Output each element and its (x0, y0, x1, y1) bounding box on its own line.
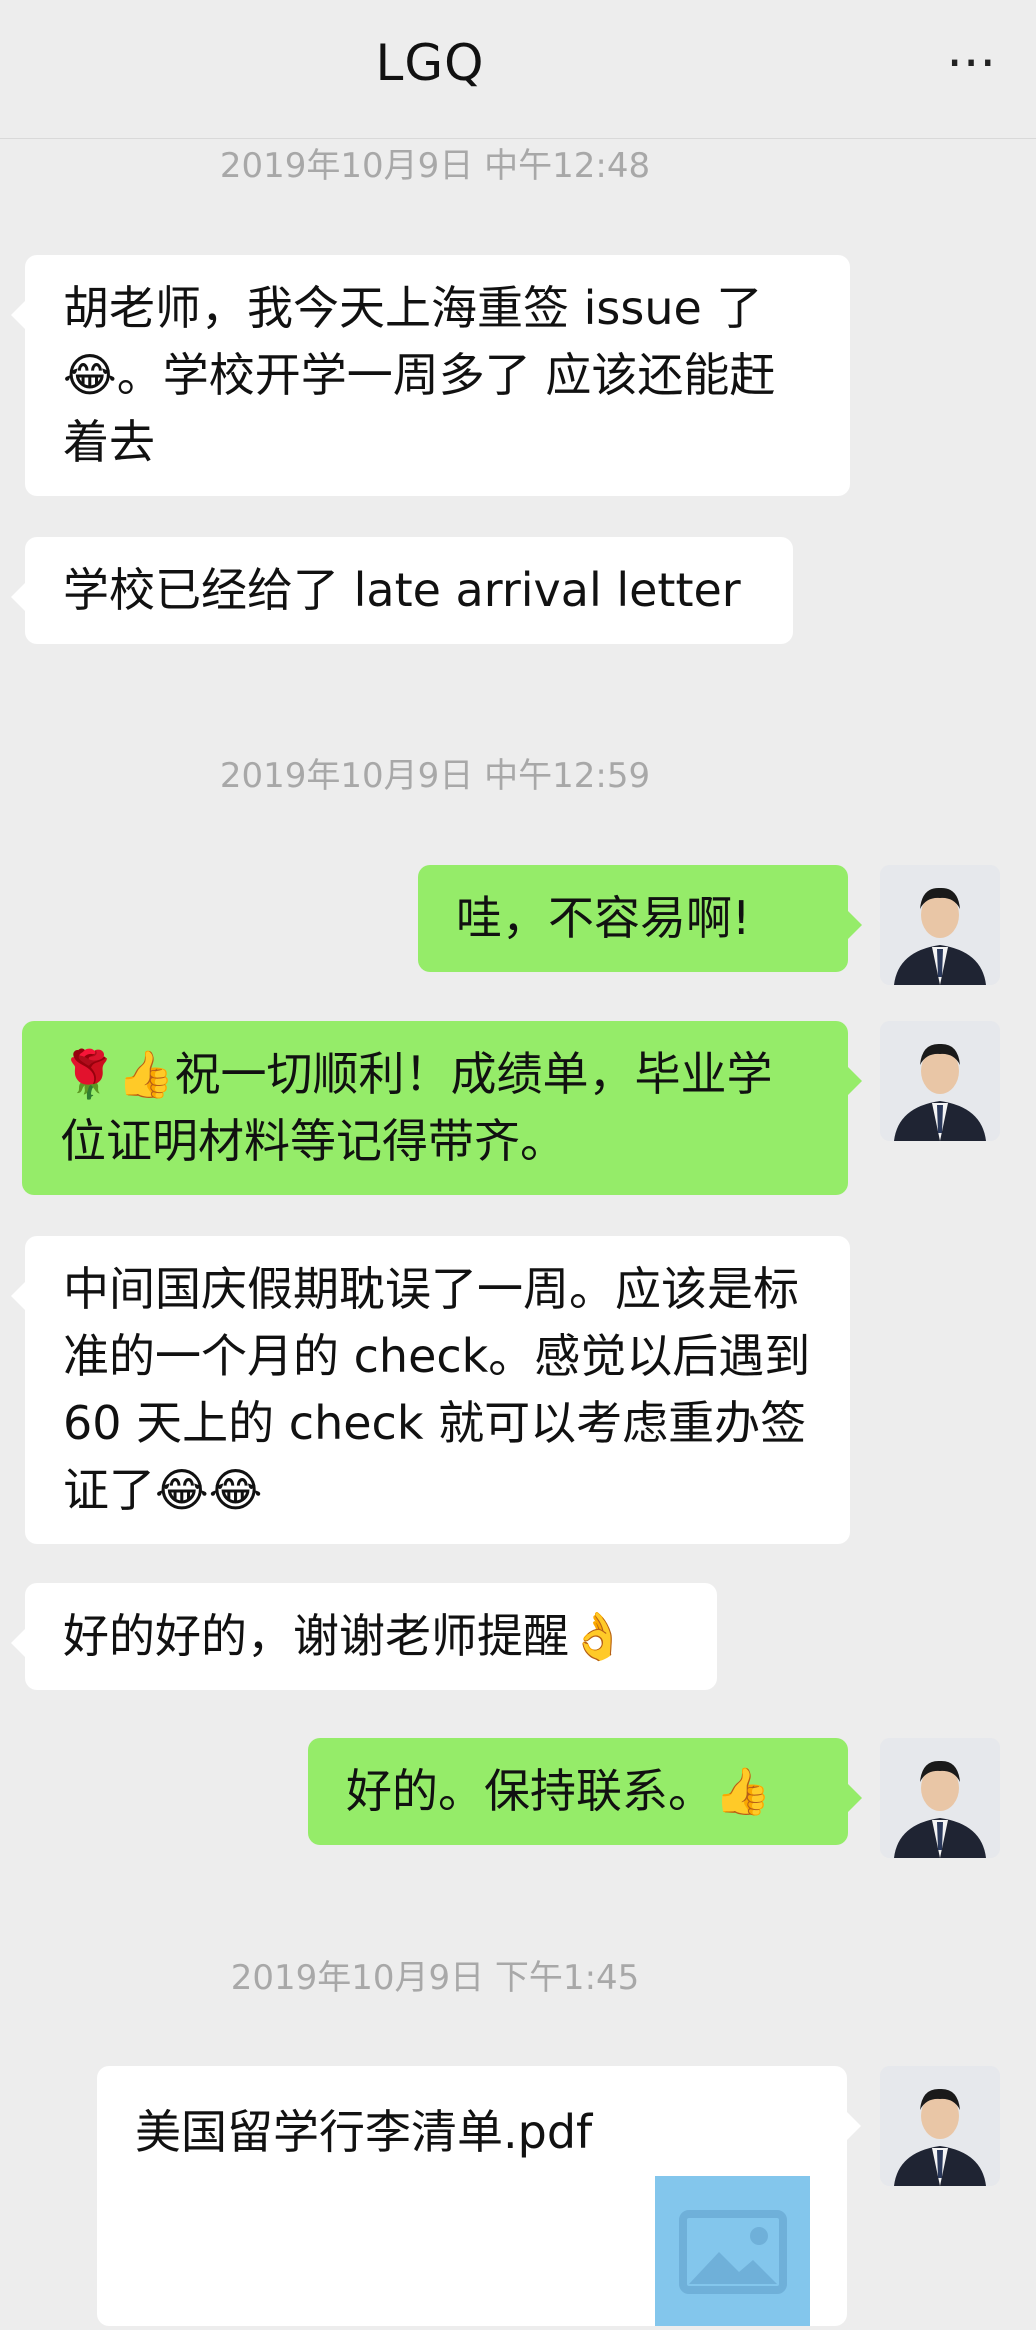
avatar[interactable] (880, 865, 1000, 985)
avatar[interactable] (880, 1021, 1000, 1141)
message-bubble-incoming[interactable]: 好的好的，谢谢老师提醒👌 (11, 1583, 717, 1690)
message-bubble-outgoing[interactable]: 🌹👍祝一切顺利！成绩单，毕业学位证明材料等记得带齐。 (22, 1021, 862, 1195)
chat-title: LGQ (375, 34, 485, 92)
file-name: 美国留学行李清单.pdf (135, 2105, 593, 2159)
avatar[interactable] (880, 1738, 1000, 1858)
file-message-bubble[interactable]: 美国留学行李清单.pdf (97, 2066, 861, 2326)
avatar-person-icon (880, 1021, 1000, 1141)
message-bubble-incoming[interactable]: 胡老师，我今天上海重签 issue 了😂。学校开学一周多了 应该还能赶着去 (11, 255, 850, 496)
message-bubble-incoming[interactable]: 学校已经给了 late arrival letter (11, 537, 793, 644)
message-bubble-outgoing[interactable]: 好的。保持联系。👍 (308, 1738, 862, 1845)
avatar[interactable] (880, 2066, 1000, 2186)
timestamp: 2019年10月9日 中午12:59 (219, 756, 651, 796)
timestamp: 2019年10月9日 下午1:45 (230, 1958, 640, 1998)
avatar-person-icon (880, 1738, 1000, 1858)
avatar-person-icon (880, 2066, 1000, 2186)
message-bubble-outgoing[interactable]: 哇，不容易啊! (418, 865, 862, 972)
more-dots-icon[interactable]: ··· (946, 38, 996, 90)
timestamp: 2019年10月9日 中午12:48 (219, 146, 651, 186)
image-placeholder-icon (655, 2176, 810, 2326)
avatar-person-icon (880, 865, 1000, 985)
message-bubble-incoming[interactable]: 中间国庆假期耽误了一周。应该是标准的一个月的 check。感觉以后遇到 60 天… (11, 1236, 850, 1544)
chat-header: LGQ ··· (0, 0, 1036, 139)
